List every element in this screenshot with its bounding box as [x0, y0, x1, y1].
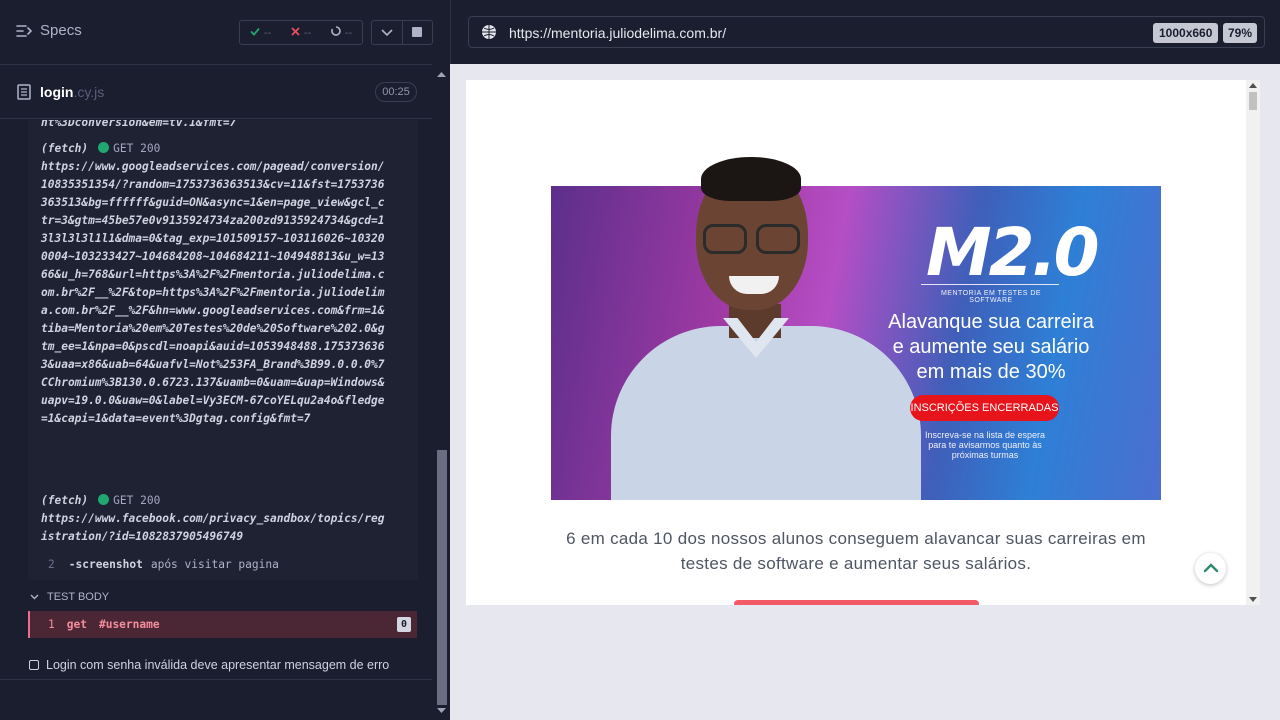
passed-stat: -- [250, 27, 271, 39]
command-arg: #username [98, 617, 160, 631]
pending-test[interactable]: Login com senha inválida deve apresentar… [29, 658, 389, 672]
status-dot-icon [98, 142, 110, 153]
log-fragment: nt%3Dconversion&em=tv.1&fmt=7 [41, 120, 237, 129]
scroll-to-top-button[interactable] [1195, 553, 1226, 584]
command-screenshot[interactable]: 2 -screenshot após visitar pagina [48, 556, 279, 574]
command-get-active[interactable]: 1 get #username 0 [28, 611, 417, 638]
hero-banner: M2.0 MENTORIA EM TESTES DE SOFTWARE Alav… [551, 157, 1161, 500]
file-icon [17, 84, 31, 105]
run-controls [371, 20, 433, 45]
expand-button[interactable] [372, 21, 403, 44]
m20-logo: M2.0 [926, 214, 1100, 291]
log-entry-url: https://www.facebook.com/privacy_sandbox… [41, 512, 385, 543]
specs-toggle-button[interactable]: Specs [16, 22, 82, 39]
headline-line: Alavanque sua carreira [888, 311, 1094, 333]
x-icon [291, 26, 300, 39]
test-body-label: TEST BODY [47, 591, 110, 603]
passed-count: -- [263, 26, 272, 39]
scroll-down-icon [1249, 597, 1257, 602]
command-log: nt%3Dconversion&em=tv.1&fmt=7 (fetch) GET… [0, 120, 432, 580]
status-dot-icon [98, 494, 110, 505]
aut-iframe: M2.0 MENTORIA EM TESTES DE SOFTWARE Alav… [466, 80, 1260, 605]
url-bar-container: https://mentoria.juliodelima.com.br/ 100… [450, 0, 1280, 64]
command-name: get [66, 617, 87, 631]
reporter-panel: Specs -- -- -- login.cy.js 00:25 nt%3Dco… [0, 0, 450, 720]
hero-glasses-lens [756, 224, 800, 254]
spec-ext: .cy.js [73, 84, 105, 100]
log-entry-url: https://www.googleadservices.com/pagead/… [41, 160, 385, 425]
stats-line: testes de software e aumentar seus salár… [680, 554, 1032, 573]
registrations-closed-button[interactable]: INSCRIÇÕES ENCERRADAS [910, 395, 1059, 421]
viewport-size-badge[interactable]: 1000x660 [1153, 23, 1219, 43]
chevron-down-icon [30, 591, 39, 603]
scrollbar-thumb[interactable] [437, 450, 447, 705]
student-stats-text: 6 em cada 10 dos nossos alunos conseguem… [546, 526, 1166, 576]
log-entry[interactable]: (fetch) GET 200 https://www.googleadservi… [41, 140, 386, 428]
command-number: 2 [48, 558, 55, 571]
spec-duration: 00:25 [375, 82, 417, 102]
pending-test-title: Login com senha inválida deve apresentar… [46, 658, 390, 672]
command-name: -screenshot [68, 558, 143, 571]
log-entry-type: (fetch) [41, 142, 89, 155]
hero-glasses-lens [703, 224, 747, 254]
note-line: próximas turmas [951, 450, 1019, 460]
log-entry-method: GET 200 [113, 142, 161, 155]
element-count-badge: 0 [397, 617, 411, 632]
specs-header: Specs -- -- -- [0, 0, 433, 65]
checkbox-icon [29, 660, 39, 670]
logo-subtitle: MENTORIA EM TESTES DE SOFTWARE [940, 290, 1042, 304]
spec-name-text: login [40, 84, 74, 100]
check-icon [250, 27, 260, 39]
scrollbar-thumb[interactable] [1249, 92, 1257, 110]
failed-stat: -- [291, 27, 311, 39]
chevron-up-icon [1203, 560, 1219, 578]
url-text: https://mentoria.juliodelima.com.br/ [509, 25, 727, 41]
headline-line: e aumente seu salário [892, 336, 1090, 358]
hero-headline: Alavanque sua carreira e aumente seu sal… [866, 310, 1116, 385]
note-line: Inscreva-se na lista de espera [924, 430, 1046, 440]
note-line: para te avisarmos quanto às [928, 440, 1042, 450]
pending-count: -- [344, 26, 353, 39]
waitlist-note: Inscreva-se na lista de espera para te a… [909, 430, 1061, 460]
stop-button[interactable] [403, 21, 433, 44]
log-entry-method: GET 200 [113, 494, 161, 507]
chevron-down-icon [381, 24, 393, 42]
reporter-scrollbar[interactable] [433, 65, 450, 720]
cta-button-partial[interactable] [734, 600, 979, 605]
command-arg: após visitar pagina [150, 558, 279, 571]
headline-line: em mais de 30% [916, 361, 1066, 383]
globe-icon [481, 24, 497, 45]
specs-list-icon [16, 24, 32, 38]
url-bar[interactable]: https://mentoria.juliodelima.com.br/ 100… [468, 16, 1265, 48]
scroll-down-icon [437, 708, 446, 713]
spec-file-name[interactable]: login.cy.js [40, 84, 104, 100]
hero-person-hair [701, 157, 801, 201]
log-entry[interactable]: (fetch) GET 200 https://www.facebook.com/… [41, 492, 386, 546]
test-body-toggle[interactable]: TEST BODY [30, 591, 109, 603]
scroll-up-icon [437, 72, 446, 77]
logo-divider [921, 284, 1059, 285]
command-number: 1 [48, 617, 55, 631]
page-scrollbar[interactable] [1246, 80, 1260, 605]
stats-line: 6 em cada 10 dos nossos alunos conseguem… [566, 529, 1146, 548]
divider [0, 679, 432, 680]
specs-label: Specs [40, 22, 82, 39]
scroll-up-icon [1249, 83, 1257, 88]
spinner-icon [331, 26, 341, 39]
log-entry-type: (fetch) [41, 494, 89, 507]
stop-icon [412, 24, 423, 42]
zoom-badge[interactable]: 79% [1223, 23, 1258, 43]
pending-stat: -- [331, 26, 352, 39]
failed-count: -- [303, 26, 312, 39]
test-stats: -- -- -- [239, 20, 363, 45]
aut-panel: https://mentoria.juliodelima.com.br/ 100… [450, 0, 1280, 720]
